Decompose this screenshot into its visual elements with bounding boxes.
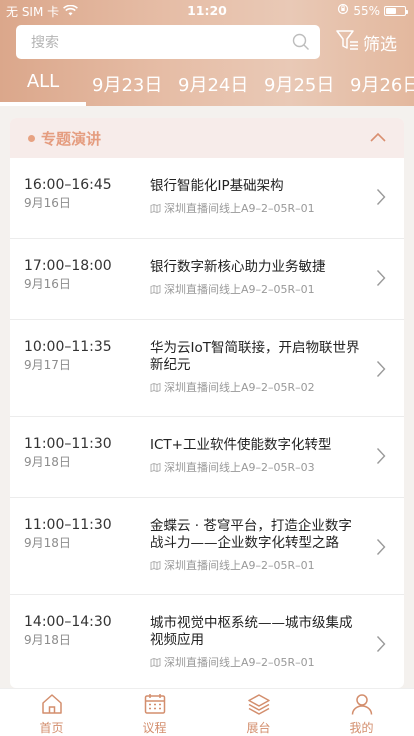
header: 无 SIM 卡 11:20 55% 搜索 筛选 ALL 9月23日 9月24日 … [0,0,414,106]
section-dot [28,135,35,142]
battery-percent: 55% [353,3,380,18]
nav-mine[interactable]: 我的 [310,689,413,736]
tab-sep-25[interactable]: 9月25日 [264,71,334,97]
tab-sep-23[interactable]: 9月23日 [92,71,162,97]
tab-sep-24[interactable]: 9月24日 [178,71,248,97]
chevron-right-icon[interactable] [376,360,386,382]
active-tab-indicator [0,102,86,106]
session-location-text: 深圳直播间线上A9–2–05R–01 [164,202,315,215]
map-icon [150,657,161,667]
session-location-text: 深圳直播间线上A9–2–05R–01 [164,656,315,669]
map-icon [150,203,161,213]
session-location-text: 深圳直播间线上A9–2–05R–01 [164,559,315,572]
keynote-section: 专题演讲 16:00–16:45 9月16日 银行智能化IP基础架构 深圳直播间… [10,118,404,688]
nav-booth-label: 展台 [246,721,271,735]
map-icon [150,284,161,294]
session-date: 9月17日 [24,358,71,372]
session-time: 17:00–18:00 [24,258,112,274]
session-location: 深圳直播间线上A9–2–05R–03 [150,459,315,475]
person-icon [351,694,372,715]
map-icon [150,560,161,570]
home-icon [41,694,62,714]
session-title: 金蝶云 · 苍穹平台，打造企业数字战斗力——企业数字化转型之路 [150,518,352,551]
session-title: ICT+工业软件使能数字化转型 [150,437,332,453]
chevron-right-icon[interactable] [376,188,386,210]
session-item[interactable]: 10:00–11:35 9月17日 华为云IoT智简联接，开启物联世界新纪元 深… [10,320,404,417]
nav-home-label: 首页 [39,721,64,735]
session-list: 16:00–16:45 9月16日 银行智能化IP基础架构 深圳直播间线上A9–… [10,158,404,688]
session-item[interactable]: 14:00–14:30 9月18日 城市视觉中枢系统——城市级集成视频应用 深圳… [10,595,404,688]
session-date: 9月16日 [24,196,71,210]
session-item[interactable]: 11:00–11:30 9月18日 金蝶云 · 苍穹平台，打造企业数字战斗力——… [10,498,404,595]
session-location: 深圳直播间线上A9–2–05R–01 [150,654,315,670]
session-location-text: 深圳直播间线上A9–2–05R–02 [164,381,315,394]
chevron-right-icon[interactable] [376,269,386,291]
nav-booth[interactable]: 展台 [207,689,310,736]
calendar-icon [144,694,165,714]
session-location: 深圳直播间线上A9–2–05R–01 [150,200,315,216]
chevron-right-icon[interactable] [376,538,386,560]
session-location: 深圳直播间线上A9–2–05R–02 [150,379,315,395]
search-input[interactable]: 搜索 [16,25,320,59]
tab-sep-26[interactable]: 9月26日 [350,71,414,97]
session-location-text: 深圳直播间线上A9–2–05R–03 [164,461,315,474]
session-date: 9月16日 [24,277,71,291]
search-icon[interactable] [292,33,310,55]
date-tabs: ALL 9月23日 9月24日 9月25日 9月26日 [0,64,414,106]
tab-all[interactable]: ALL [0,71,86,92]
filter-button[interactable]: 筛选 [336,29,397,56]
session-title: 城市视觉中枢系统——城市级集成视频应用 [150,615,353,648]
session-time: 11:00–11:30 [24,436,112,452]
session-item[interactable]: 16:00–16:45 9月16日 银行智能化IP基础架构 深圳直播间线上A9–… [10,158,404,239]
session-date: 9月18日 [24,455,71,469]
chevron-right-icon[interactable] [376,447,386,469]
session-time: 11:00–11:30 [24,517,112,533]
bottom-nav: 首页 议程 展台 我的 [0,688,414,736]
session-location: 深圳直播间线上A9–2–05R–01 [150,281,315,297]
nav-mine-label: 我的 [349,721,374,735]
layers-icon [247,694,270,715]
session-time: 16:00–16:45 [24,177,112,193]
orientation-lock-icon [337,3,349,18]
session-item[interactable]: 11:00–11:30 9月18日 ICT+工业软件使能数字化转型 深圳直播间线… [10,417,404,498]
battery-icon [384,5,408,16]
status-bar: 无 SIM 卡 11:20 55% [0,0,414,22]
session-date: 9月18日 [24,536,71,550]
nav-home[interactable]: 首页 [0,689,103,736]
session-time: 10:00–11:35 [24,339,112,355]
nav-agenda-label: 议程 [142,721,167,735]
search-placeholder: 搜索 [31,35,59,51]
session-location: 深圳直播间线上A9–2–05R–01 [150,557,315,573]
chevron-right-icon[interactable] [376,635,386,657]
session-title: 华为云IoT智简联接，开启物联世界新纪元 [150,340,360,373]
session-title: 银行数字新核心助力业务敏捷 [150,259,326,275]
filter-label: 筛选 [363,35,397,55]
session-title: 银行智能化IP基础架构 [150,178,284,194]
section-header[interactable]: 专题演讲 [10,118,404,158]
nav-agenda[interactable]: 议程 [103,689,206,736]
map-icon [150,462,161,472]
filter-icon [336,29,360,56]
session-item[interactable]: 17:00–18:00 9月16日 银行数字新核心助力业务敏捷 深圳直播间线上A… [10,239,404,320]
session-location-text: 深圳直播间线上A9–2–05R–01 [164,283,315,296]
section-title: 专题演讲 [41,130,102,148]
session-date: 9月18日 [24,633,71,647]
map-icon [150,382,161,392]
chevron-up-icon[interactable] [370,130,386,149]
session-time: 14:00–14:30 [24,614,112,630]
